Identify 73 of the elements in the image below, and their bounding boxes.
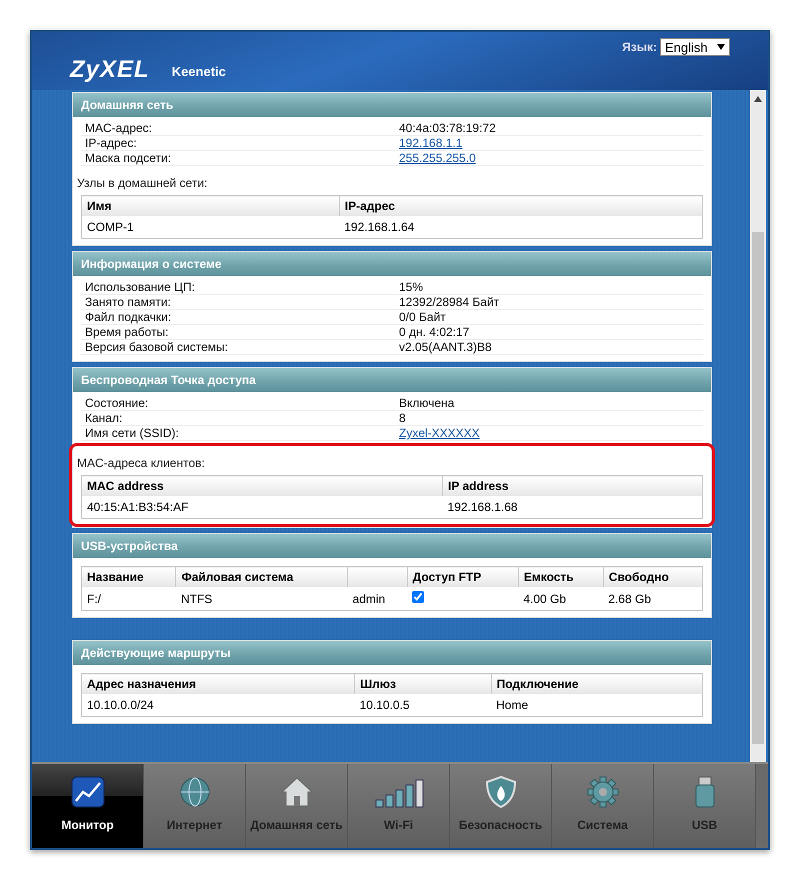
- column-header: MAC address: [82, 476, 443, 496]
- field-label: Имя сети (SSID):: [84, 426, 180, 440]
- nav-tab[interactable]: Wi-Fi: [348, 764, 450, 848]
- column-header: Имя: [82, 196, 340, 216]
- field-label: Маска подсети:: [84, 151, 172, 165]
- panel-title: Домашняя сеть: [73, 93, 711, 117]
- column-header: Свободно: [603, 566, 702, 587]
- section-label: MAC-адреса клиентов:: [77, 456, 205, 470]
- language-label: Язык:: [622, 40, 657, 54]
- gear-icon: [586, 776, 620, 808]
- column-header: Файловая система: [176, 566, 348, 587]
- language-select[interactable]: English: [660, 38, 730, 56]
- value-link[interactable]: 192.168.1.1: [395, 136, 703, 150]
- column-header: Шлюз: [354, 674, 492, 694]
- panel-title: Информация о системе: [73, 252, 711, 276]
- logo: ZyXEL: [70, 56, 150, 84]
- field-value: 8: [398, 411, 407, 425]
- field-value: v2.05(AANT.3)B8: [398, 340, 493, 354]
- field-value: 0 дн. 4:02:17: [398, 325, 470, 339]
- column-header: Доступ FTP: [407, 566, 518, 587]
- field-label: Версия базовой системы:: [84, 340, 229, 354]
- nav-tab[interactable]: USB: [654, 764, 756, 848]
- caret-icon: [717, 44, 725, 50]
- field-value: 0/0 Байт: [398, 310, 447, 324]
- table-cell: 4.00 Gb: [518, 587, 604, 610]
- table-cell: COMP-1: [82, 216, 340, 238]
- value-link[interactable]: Zyxel-XXXXXX: [395, 426, 703, 440]
- table-cell: admin: [348, 587, 408, 610]
- field-label: Канал:: [84, 411, 124, 425]
- column-header: Адрес назначения: [82, 674, 355, 694]
- column-header: IP address: [442, 476, 702, 496]
- house-icon: [280, 776, 314, 808]
- ftp-checkbox[interactable]: [412, 591, 424, 603]
- table-cell: NTFS: [176, 587, 348, 610]
- table-cell: 192.168.1.64: [339, 216, 702, 238]
- scrollbar[interactable]: [750, 90, 766, 762]
- panel-title: USB-устройства: [73, 534, 711, 558]
- field-label: Время работы:: [84, 325, 170, 339]
- table-cell: 10.10.0.5: [354, 694, 492, 716]
- table-cell: 10.10.0.0/24: [82, 694, 355, 716]
- nav-tab[interactable]: Система: [552, 764, 654, 848]
- table-cell: F:/: [82, 587, 176, 610]
- field-label: Занято памяти:: [84, 295, 172, 309]
- field-label: IP-адрес:: [84, 136, 138, 150]
- table-cell: Home: [491, 694, 702, 716]
- nav-tab[interactable]: Домашняя сеть: [246, 764, 348, 848]
- table-cell: 2.68 Gb: [603, 587, 702, 610]
- field-label: Использование ЦП:: [84, 280, 196, 294]
- scroll-up-icon[interactable]: [754, 96, 762, 102]
- field-value: 15%: [398, 280, 424, 294]
- nav-tab[interactable]: Монитор: [32, 764, 144, 848]
- field-value: 12392/28984 Байт: [398, 295, 500, 309]
- panel-title: Беспроводная Точка доступа: [73, 368, 711, 392]
- section-label: Узлы в домашней сети:: [77, 176, 208, 190]
- product-name: Keenetic: [172, 64, 226, 79]
- column-header: Название: [82, 566, 176, 587]
- nav-tab[interactable]: Интернет: [144, 764, 246, 848]
- panel-title: Действующие маршруты: [73, 641, 711, 665]
- globe-icon: [178, 776, 212, 808]
- field-value: 40:4a:03:78:19:72: [398, 121, 497, 135]
- column-header: Емкость: [518, 566, 604, 587]
- table-cell: 40:15:A1:B3:54:AF: [82, 496, 443, 518]
- shield-icon: [484, 776, 518, 808]
- column-header: IP-адрес: [339, 196, 702, 216]
- column-header: Подключение: [491, 674, 702, 694]
- field-label: Файл подкачки:: [84, 310, 172, 324]
- field-label: Состояние:: [84, 396, 150, 410]
- field-value: Включена: [398, 396, 456, 410]
- nav-tab[interactable]: Безопасность: [450, 764, 552, 848]
- table-cell: 192.168.1.68: [442, 496, 702, 518]
- field-label: MAC-адрес:: [84, 121, 154, 135]
- value-link[interactable]: 255.255.255.0: [395, 151, 703, 165]
- chart-icon: [70, 776, 104, 808]
